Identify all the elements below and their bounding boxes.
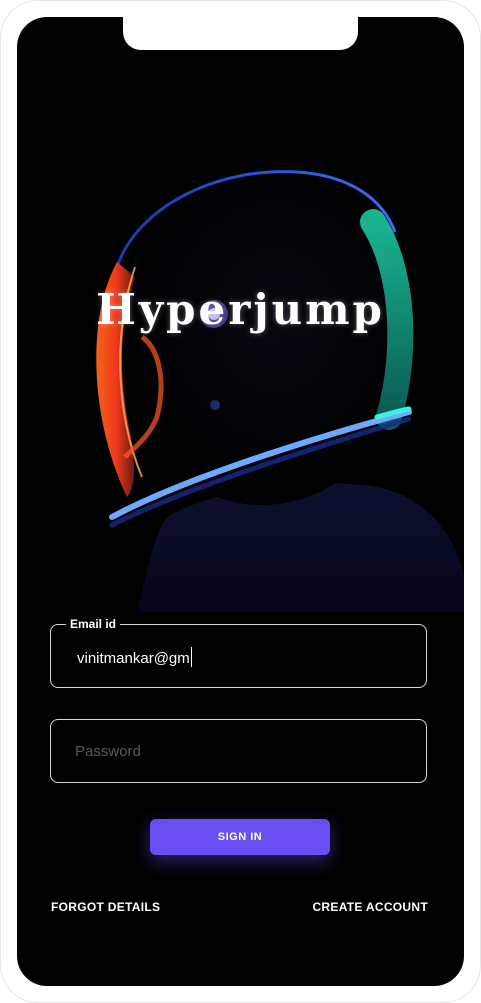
create-account-link[interactable]: CREATE ACCOUNT: [312, 900, 428, 914]
device-notch: [123, 17, 358, 50]
sign-in-button[interactable]: SIGN IN: [150, 819, 330, 855]
email-input[interactable]: vinitmankar@gm: [77, 647, 192, 669]
email-input-value: vinitmankar@gm: [77, 650, 190, 667]
text-cursor: [190, 647, 192, 667]
forgot-details-link[interactable]: FORGOT DETAILS: [51, 900, 160, 914]
password-field[interactable]: [50, 719, 427, 783]
brand-title: Hyperjump: [96, 285, 385, 334]
password-input[interactable]: [75, 740, 395, 762]
login-screen: Hyperjump Email id vinitmankar@gm SIGN I…: [17, 17, 464, 986]
email-field[interactable]: Email id vinitmankar@gm: [50, 616, 427, 688]
email-field-label: Email id: [66, 616, 121, 632]
